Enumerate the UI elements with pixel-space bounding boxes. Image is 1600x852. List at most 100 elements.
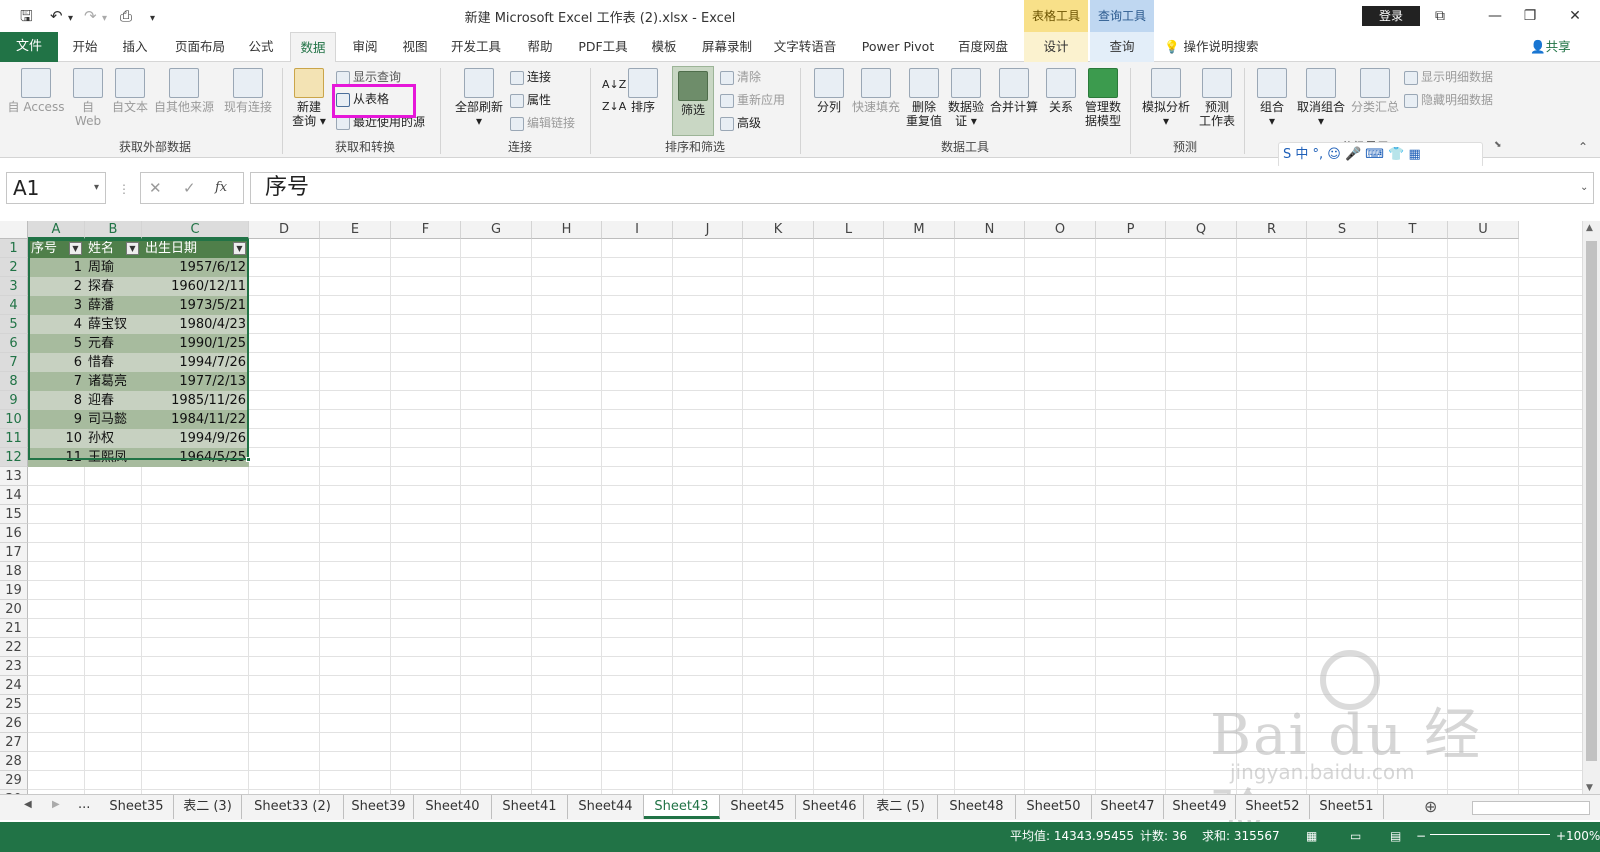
column-header-h[interactable]: H <box>532 221 602 239</box>
filter-button[interactable]: 筛选 <box>672 66 714 136</box>
more-dots-icon[interactable]: ⋮ <box>118 182 130 196</box>
sort-button[interactable]: 排序 <box>626 68 660 114</box>
table-cell[interactable]: 7 <box>28 372 85 391</box>
table-cell[interactable]: 司马懿 <box>85 410 142 429</box>
row-header-19[interactable]: 19 <box>0 581 28 600</box>
properties-button[interactable]: 属性 <box>510 93 551 108</box>
column-header-s[interactable]: S <box>1307 221 1378 239</box>
what-if-analysis-button[interactable]: 模拟分析 ▾ <box>1140 68 1192 128</box>
collapse-ribbon-icon[interactable]: ⌃ <box>1578 140 1588 154</box>
row-header-17[interactable]: 17 <box>0 543 28 562</box>
connections-button[interactable]: 连接 <box>510 70 551 85</box>
tab-page-layout[interactable]: 页面布局 <box>170 32 230 62</box>
sheet-tab[interactable]: Sheet43 <box>644 795 720 819</box>
table-cell[interactable]: 元春 <box>85 334 142 353</box>
row-header-7[interactable]: 7 <box>0 353 28 372</box>
advanced-filter-button[interactable]: 高级 <box>720 116 761 131</box>
redo-dropdown-icon[interactable]: ▾ <box>102 9 107 29</box>
fill-handle[interactable] <box>246 457 251 462</box>
customize-qat-icon[interactable]: ▾ <box>150 9 155 29</box>
text-to-columns-button[interactable]: 分列 <box>812 68 846 114</box>
from-other-sources-button[interactable]: 自其他来源 <box>152 68 216 114</box>
column-header-j[interactable]: J <box>673 221 743 239</box>
table-cell[interactable]: 薛潘 <box>85 296 142 315</box>
more-sheets-button[interactable]: ... <box>78 797 90 812</box>
tell-me-search[interactable]: 💡 操作说明搜索 <box>1164 32 1274 62</box>
column-header-u[interactable]: U <box>1448 221 1519 239</box>
worksheet-grid[interactable]: ABCDEFGHIJKLMNOPQRSTU 1 2 3 4 5 6 7 8 9 10 11 12 13 1… <box>0 221 1600 811</box>
tab-templates[interactable]: 模板 <box>640 32 688 62</box>
sheet-tab[interactable]: Sheet35 <box>100 795 174 819</box>
table-cell[interactable]: 1994/7/26 <box>142 353 249 372</box>
table-cell[interactable]: 9 <box>28 410 85 429</box>
table-cell[interactable]: 8 <box>28 391 85 410</box>
from-access-button[interactable]: 自 Access <box>6 68 66 114</box>
dialog-launcher-icon[interactable]: ⬊ <box>1494 138 1502 152</box>
row-header-10[interactable]: 10 <box>0 410 28 429</box>
table-cell[interactable]: 1957/6/12 <box>142 258 249 277</box>
table-cell[interactable]: 孙权 <box>85 429 142 448</box>
row-header-28[interactable]: 28 <box>0 752 28 771</box>
restore-icon[interactable]: ❐ <box>1515 4 1545 28</box>
table-cell[interactable]: 4 <box>28 315 85 334</box>
refresh-all-button[interactable]: 全部刷新 ▾ <box>452 68 506 128</box>
table-cell[interactable]: 薛宝钗 <box>85 315 142 334</box>
new-query-button[interactable]: 新建 查询 ▾ <box>290 68 328 128</box>
tab-query[interactable]: 查询 <box>1090 32 1154 62</box>
zoom-in-icon[interactable]: + <box>1556 826 1566 846</box>
row-header-5[interactable]: 5 <box>0 315 28 334</box>
flash-fill-button[interactable]: 快速填充 <box>850 68 902 114</box>
forecast-sheet-button[interactable]: 预测 工作表 <box>1196 68 1238 128</box>
table-header-cell[interactable]: 出生日期 ▼ <box>142 239 249 258</box>
tab-file[interactable]: 文件 <box>0 32 58 62</box>
table-cell[interactable]: 1984/11/22 <box>142 410 249 429</box>
zoom-out-icon[interactable]: − <box>1416 826 1426 846</box>
table-cell[interactable]: 6 <box>28 353 85 372</box>
ime-toolbar[interactable]: S 中 °, ☺ 🎤 ⌨ 👕 ▦ <box>1278 142 1483 168</box>
redo-icon[interactable]: ↷ <box>84 6 97 26</box>
row-header-22[interactable]: 22 <box>0 638 28 657</box>
tab-developer[interactable]: 开发工具 <box>446 32 506 62</box>
undo-icon[interactable]: ↶ <box>50 6 63 26</box>
print-preview-icon[interactable]: ⎙ <box>120 6 132 26</box>
name-box-dropdown-icon[interactable]: ▾ <box>94 173 99 203</box>
sheet-tab[interactable]: 表二 (3) <box>174 795 242 819</box>
table-cell[interactable]: 迎春 <box>85 391 142 410</box>
table-cell[interactable]: 10 <box>28 429 85 448</box>
tab-review[interactable]: 审阅 <box>344 32 386 62</box>
column-header-n[interactable]: N <box>955 221 1025 239</box>
login-button[interactable]: 登录 <box>1362 6 1420 26</box>
column-header-g[interactable]: G <box>461 221 532 239</box>
save-icon[interactable]: 🖫 <box>20 6 33 26</box>
insert-function-icon[interactable]: fx <box>215 173 227 203</box>
table-cell[interactable]: 王熙凤 <box>85 448 142 467</box>
table-cell[interactable]: 探春 <box>85 277 142 296</box>
tab-design[interactable]: 设计 <box>1024 32 1088 62</box>
row-header-29[interactable]: 29 <box>0 771 28 790</box>
from-web-button[interactable]: 自 Web <box>70 68 106 128</box>
close-icon[interactable]: ✕ <box>1560 4 1590 28</box>
data-validation-button[interactable]: 数据验证 ▾ <box>946 68 986 128</box>
name-box[interactable]: A1 ▾ <box>6 172 106 204</box>
sheet-tab[interactable]: Sheet46 <box>796 795 864 819</box>
row-header-11[interactable]: 11 <box>0 429 28 448</box>
tab-home[interactable]: 开始 <box>64 32 106 62</box>
sort-ascending-icon[interactable]: A↓Z Z↓A <box>602 74 626 118</box>
column-header-a[interactable]: A <box>28 221 85 239</box>
table-cell[interactable]: 1994/9/26 <box>142 429 249 448</box>
table-cell[interactable]: 1977/2/13 <box>142 372 249 391</box>
sheet-tab[interactable]: Sheet47 <box>1092 795 1164 819</box>
ungroup-button[interactable]: 取消组合 ▾ <box>1294 68 1348 128</box>
next-sheet-icon[interactable]: ▶ <box>52 799 60 810</box>
relationships-button[interactable]: 关系 <box>1044 68 1078 114</box>
tab-text-to-speech[interactable]: 文字转语音 <box>768 32 842 62</box>
new-sheet-icon[interactable]: ⊕ <box>1424 797 1437 816</box>
row-header-20[interactable]: 20 <box>0 600 28 619</box>
table-cell[interactable]: 周瑜 <box>85 258 142 277</box>
column-header-b[interactable]: B <box>85 221 142 239</box>
row-header-6[interactable]: 6 <box>0 334 28 353</box>
sheet-tab[interactable]: Sheet51 <box>1310 795 1384 819</box>
row-header-25[interactable]: 25 <box>0 695 28 714</box>
from-text-button[interactable]: 自文本 <box>108 68 152 114</box>
select-all-corner[interactable] <box>0 221 28 239</box>
